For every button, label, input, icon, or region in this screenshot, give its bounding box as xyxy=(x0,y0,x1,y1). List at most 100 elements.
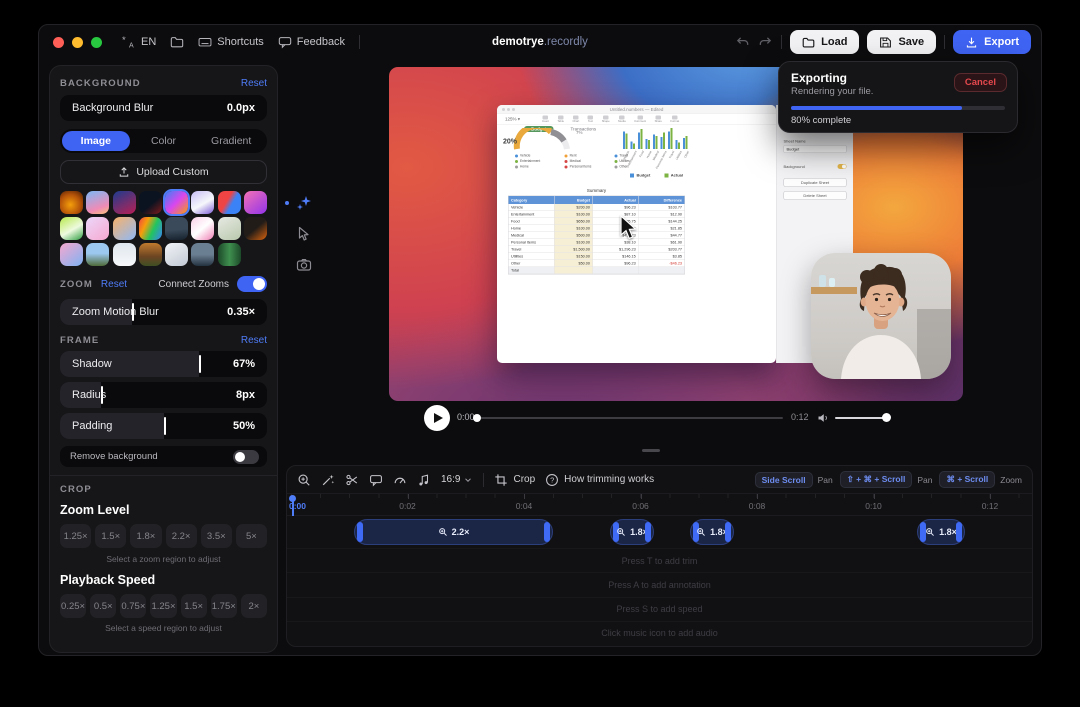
camera-tool-button[interactable] xyxy=(296,257,312,273)
zoom-motion-blur-slider[interactable]: Zoom Motion Blur0.35× xyxy=(60,299,267,325)
segment-handle-right[interactable] xyxy=(544,522,550,542)
wallpaper-thumb[interactable] xyxy=(139,191,162,214)
wallpaper-thumb[interactable] xyxy=(60,243,83,266)
zoom-segment[interactable]: 1.8× xyxy=(690,519,734,545)
remove-background-row[interactable]: Remove background xyxy=(60,446,267,467)
playhead[interactable] xyxy=(289,495,296,502)
wallpaper-thumb[interactable] xyxy=(60,217,83,240)
tab-image[interactable]: Image xyxy=(62,131,130,151)
zoom-level-1.25×[interactable]: 1.25× xyxy=(60,524,91,548)
save-button[interactable]: Save xyxy=(867,30,936,54)
shortcuts-label: Shortcuts xyxy=(217,36,263,48)
zoom-in-icon[interactable] xyxy=(297,473,311,487)
aspect-ratio-select[interactable]: 16:9 xyxy=(441,474,473,485)
segment-handle-right[interactable] xyxy=(725,522,731,542)
music-icon[interactable] xyxy=(417,473,431,487)
annotation-icon[interactable] xyxy=(369,473,383,487)
wallpaper-thumb[interactable] xyxy=(139,217,162,240)
scissors-icon[interactable] xyxy=(345,473,359,487)
scrubber-handle[interactable] xyxy=(473,414,481,422)
zoom-segment[interactable]: 1.8× xyxy=(610,519,654,545)
tab-color[interactable]: Color xyxy=(130,131,198,151)
zoom-level-2.2×[interactable]: 2.2× xyxy=(166,524,197,548)
wallpaper-thumb[interactable] xyxy=(86,191,109,214)
language-label: EN xyxy=(141,36,156,48)
upload-custom-button[interactable]: Upload Custom xyxy=(60,160,267,184)
connect-zooms-toggle[interactable] xyxy=(237,276,267,292)
shortcuts-button[interactable]: Shortcuts xyxy=(198,35,263,49)
maximize-window-button[interactable] xyxy=(91,37,102,48)
zoom-segment[interactable]: 2.2× xyxy=(354,519,553,545)
slider-handle[interactable] xyxy=(164,417,166,435)
language-selector[interactable]: *A EN xyxy=(122,35,156,49)
wallpaper-thumb[interactable] xyxy=(113,191,136,214)
wallpaper-thumb[interactable] xyxy=(218,217,241,240)
help-button[interactable]: ? How trimming works xyxy=(545,473,654,487)
background-blur-row[interactable]: Background Blur 0.0px xyxy=(60,95,267,121)
minimize-window-button[interactable] xyxy=(72,37,83,48)
wallpaper-thumb[interactable] xyxy=(218,243,241,266)
speed-2×[interactable]: 2× xyxy=(241,594,267,618)
scrubber-track[interactable] xyxy=(479,417,783,419)
feedback-button[interactable]: Feedback xyxy=(278,35,345,49)
open-project-button[interactable] xyxy=(170,35,184,49)
wallpaper-thumb[interactable] xyxy=(113,217,136,240)
radius-slider[interactable]: Radius8px xyxy=(60,382,267,408)
speed-0.5×[interactable]: 0.5× xyxy=(90,594,116,618)
effects-tool-button[interactable] xyxy=(296,195,312,211)
wallpaper-thumb[interactable] xyxy=(191,243,214,266)
wallpaper-thumb[interactable] xyxy=(165,217,188,240)
play-button[interactable] xyxy=(424,405,450,431)
zoom-level-5×[interactable]: 5× xyxy=(236,524,267,548)
zoom-track[interactable]: 2.2× 1.8× 1.8× 1.8× xyxy=(287,516,1032,548)
speed-1.75×[interactable]: 1.75× xyxy=(211,594,237,618)
wallpaper-thumb[interactable] xyxy=(165,191,188,214)
cursor-tool-button[interactable] xyxy=(296,226,312,242)
cancel-export-button[interactable]: Cancel xyxy=(954,73,1007,92)
undo-icon[interactable] xyxy=(735,35,750,50)
volume-track[interactable] xyxy=(835,417,887,419)
segment-handle-right[interactable] xyxy=(956,522,962,542)
speed-1.5×[interactable]: 1.5× xyxy=(181,594,207,618)
wallpaper-thumb[interactable] xyxy=(191,217,214,240)
speed-gauge-icon[interactable] xyxy=(393,473,407,487)
speed-1.25×[interactable]: 1.25× xyxy=(150,594,176,618)
zoom-level-3.5×[interactable]: 3.5× xyxy=(201,524,232,548)
webcam-overlay[interactable] xyxy=(811,253,951,379)
background-reset-button[interactable]: Reset xyxy=(241,78,267,89)
crop-button[interactable]: Crop xyxy=(494,473,535,487)
remove-bg-toggle[interactable] xyxy=(233,450,259,464)
export-button[interactable]: Export xyxy=(953,30,1031,54)
wallpaper-thumb[interactable] xyxy=(244,217,267,240)
volume-handle[interactable] xyxy=(882,413,891,422)
wallpaper-thumb[interactable] xyxy=(60,191,83,214)
close-window-button[interactable] xyxy=(53,37,64,48)
redo-icon[interactable] xyxy=(758,35,773,50)
wallpaper-thumb[interactable] xyxy=(113,243,136,266)
wallpaper-thumb[interactable] xyxy=(139,243,162,266)
speaker-icon[interactable] xyxy=(817,412,829,424)
wallpaper-thumb[interactable] xyxy=(165,243,188,266)
wallpaper-thumb[interactable] xyxy=(244,191,267,214)
speed-0.25×[interactable]: 0.25× xyxy=(60,594,86,618)
slider-handle[interactable] xyxy=(199,355,201,373)
frame-reset-button[interactable]: Reset xyxy=(241,335,267,346)
wallpaper-thumb[interactable] xyxy=(86,217,109,240)
zoom-level-1.8×[interactable]: 1.8× xyxy=(130,524,161,548)
wallpaper-thumb[interactable] xyxy=(191,191,214,214)
wallpaper-thumb[interactable] xyxy=(86,243,109,266)
summary-cell: $146.15 xyxy=(593,253,639,260)
panel-resize-handle[interactable] xyxy=(642,449,660,452)
wallpaper-thumb[interactable] xyxy=(218,191,241,214)
zoom-level-1.5×[interactable]: 1.5× xyxy=(95,524,126,548)
segment-handle-right[interactable] xyxy=(645,522,651,542)
speed-0.75×[interactable]: 0.75× xyxy=(120,594,146,618)
padding-slider[interactable]: Padding50% xyxy=(60,413,267,439)
load-button[interactable]: Load xyxy=(790,30,859,54)
timeline-ruler[interactable]: 0:000:020:040:060:080:100:12 xyxy=(287,494,1032,516)
zoom-reset-button[interactable]: Reset xyxy=(101,279,127,290)
magic-wand-icon[interactable] xyxy=(321,473,335,487)
zoom-segment[interactable]: 1.8× xyxy=(917,519,965,545)
shadow-slider[interactable]: Shadow67% xyxy=(60,351,267,377)
tab-gradient[interactable]: Gradient xyxy=(197,131,265,151)
